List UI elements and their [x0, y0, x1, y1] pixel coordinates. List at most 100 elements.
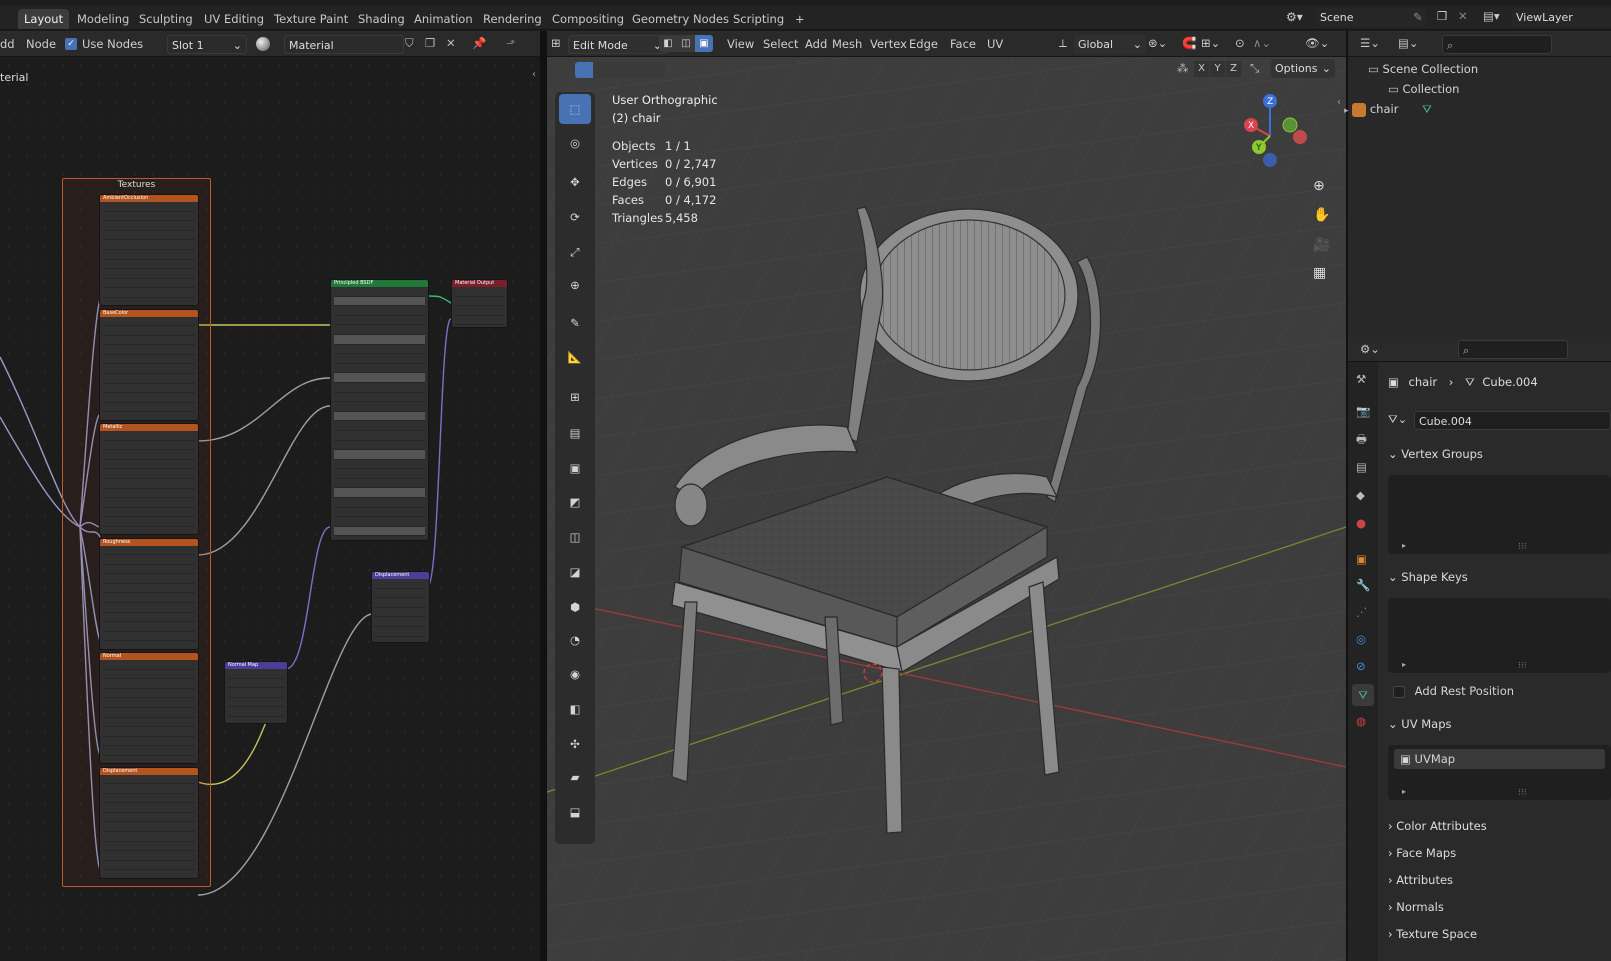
smooth-tool-icon[interactable]: ◉	[559, 659, 591, 689]
menu-vertex[interactable]: Vertex	[870, 31, 907, 57]
uv-maps-list[interactable]: ▣ UVMap ▸ ⁝⁝⁝	[1388, 745, 1611, 800]
edge-select-icon[interactable]: ◫	[677, 35, 695, 52]
tab-sculpting[interactable]: Sculpting	[133, 9, 199, 29]
world-tab-icon[interactable]: ●	[1356, 516, 1366, 530]
viewlayer-field[interactable]: ViewLayer	[1512, 8, 1611, 27]
shear-tool-icon[interactable]: ▰	[559, 762, 591, 792]
material-name-field[interactable]: Material	[284, 35, 404, 54]
resize-handle-icon[interactable]: ⁝⁝⁝	[1518, 542, 1527, 552]
object-tab-icon[interactable]: ▣	[1356, 552, 1367, 566]
expand-icon[interactable]: ▸	[1402, 660, 1406, 669]
loop-cut-tool-icon[interactable]: ◫	[559, 522, 591, 552]
texture-space-panel-header[interactable]: › Texture Space	[1388, 921, 1611, 947]
resize-handle-icon[interactable]: ⁝⁝⁝	[1518, 661, 1527, 671]
node-add-menu[interactable]: dd	[0, 31, 15, 57]
rotate-tool-icon[interactable]: ⟳	[559, 202, 591, 232]
node-menu[interactable]: Node	[26, 31, 56, 57]
rip-region-tool-icon[interactable]: ⬓	[559, 797, 591, 827]
scene-collection-row[interactable]: ▭ Scene Collection	[1368, 60, 1478, 79]
collection-row[interactable]: ▭ Collection	[1388, 80, 1459, 99]
move-tool-icon[interactable]: ✥	[559, 167, 591, 197]
fake-user-icon[interactable]: ⛉	[405, 36, 414, 51]
viewlayer-icon[interactable]: ▤▾	[1483, 9, 1500, 23]
editor-type-icon[interactable]: ⚙⌄	[1360, 342, 1380, 356]
menu-face[interactable]: Face	[950, 31, 976, 57]
grid-toggle-icon[interactable]: ▦	[1313, 265, 1326, 281]
particles-tab-icon[interactable]: ⋰	[1356, 605, 1368, 619]
area-divider[interactable]	[540, 31, 547, 961]
resize-handle-icon[interactable]: ⁝⁝⁝	[1518, 788, 1527, 798]
transform-tool-icon[interactable]: ⊕	[559, 270, 591, 300]
mode-dropdown[interactable]: Edit Mode ⌄	[568, 35, 667, 54]
sidebar-toggle-icon[interactable]: ‹	[1337, 97, 1341, 108]
face-select-icon[interactable]: ▣	[695, 35, 713, 52]
select-intersect-icon[interactable]	[647, 62, 665, 78]
options-dropdown[interactable]: Options ⌄	[1271, 59, 1335, 78]
parent-node-tree-icon[interactable]: ⬏	[506, 36, 516, 50]
attributes-panel-header[interactable]: › Attributes	[1388, 867, 1611, 893]
node-editor-canvas[interactable]: terial ‹ Textures AmbientOcclusion BaseCo…	[0, 57, 540, 961]
select-box-tool-icon[interactable]: ⬚	[559, 94, 591, 124]
poly-build-tool-icon[interactable]: ⬢	[559, 592, 591, 622]
color-attributes-panel-header[interactable]: › Color Attributes	[1388, 813, 1611, 839]
tab-modeling[interactable]: Modeling	[71, 9, 135, 29]
display-mode-icon[interactable]: ▤⌄	[1398, 36, 1419, 50]
expand-icon[interactable]: ▸	[1344, 106, 1349, 116]
visibility-icon[interactable]: 👁⌄	[1305, 36, 1329, 50]
face-maps-panel-header[interactable]: › Face Maps	[1388, 840, 1611, 866]
delete-scene-icon[interactable]: ✕	[1458, 9, 1468, 23]
image-texture-node[interactable]: Metallic	[99, 423, 199, 535]
add-cube-tool-icon[interactable]: ⊞	[559, 382, 591, 412]
menu-select[interactable]: Select	[763, 31, 798, 57]
material-tab-icon[interactable]: ◍	[1356, 714, 1366, 728]
shape-keys-panel-header[interactable]: ⌄ Shape Keys	[1388, 564, 1611, 590]
tab-compositing[interactable]: Compositing	[546, 9, 630, 29]
expand-icon[interactable]: ▸	[1402, 541, 1406, 550]
mesh-name-field[interactable]: Cube.004	[1414, 411, 1611, 430]
pivot-point-icon[interactable]: ⊛⌄	[1148, 36, 1167, 50]
properties-search-input[interactable]: ⌕	[1458, 340, 1568, 359]
modifier-tab-icon[interactable]: 🔧	[1356, 578, 1370, 592]
menu-mesh[interactable]: Mesh	[832, 31, 862, 57]
tab-shading[interactable]: Shading	[352, 9, 411, 29]
pan-hand-icon[interactable]: ✋	[1313, 207, 1330, 223]
camera-icon[interactable]: 🎥	[1313, 237, 1330, 253]
pin-icon[interactable]: 📌	[472, 36, 486, 50]
chair-row[interactable]: ▸ chair ⛛	[1344, 100, 1432, 119]
select-subtract-icon[interactable]	[611, 62, 629, 78]
material-output-node[interactable]: Material Output	[451, 279, 508, 328]
normal-map-node[interactable]: Normal Map	[224, 661, 288, 724]
editor-type-icon[interactable]: ☰⌄	[1360, 36, 1380, 50]
tab-animation[interactable]: Animation	[408, 9, 479, 29]
knife-tool-icon[interactable]: ◪	[559, 557, 591, 587]
scene-tab-icon[interactable]: ◆	[1356, 488, 1365, 502]
bevel-tool-icon[interactable]: ◩	[559, 487, 591, 517]
image-texture-node[interactable]: BaseColor	[99, 308, 199, 421]
view-layer-tab-icon[interactable]: ▤	[1356, 460, 1367, 474]
tool-tab-icon[interactable]: ⚒	[1356, 372, 1366, 386]
mesh-data-icon[interactable]: ⛛	[1422, 102, 1432, 116]
annotate-tool-icon[interactable]: ✎	[559, 308, 591, 338]
select-invert-icon[interactable]	[629, 62, 647, 78]
vertex-groups-panel-header[interactable]: ⌄ Vertex Groups	[1388, 441, 1611, 467]
menu-edge[interactable]: Edge	[909, 31, 938, 57]
extrude-tool-icon[interactable]: ▤	[559, 418, 591, 448]
shrink-fatten-tool-icon[interactable]: ✣	[559, 729, 591, 759]
slot-dropdown[interactable]: Slot 1 ⌄	[167, 35, 247, 54]
tab-texture-paint[interactable]: Texture Paint	[268, 9, 354, 29]
data-tab-icon[interactable]: ⛛	[1352, 684, 1374, 706]
tab-rendering[interactable]: Rendering	[477, 9, 548, 29]
scale-tool-icon[interactable]: ⤢	[559, 237, 591, 267]
falloff-icon[interactable]: ∧⌄	[1253, 36, 1271, 50]
outliner-search-input[interactable]: ⌕	[1442, 35, 1552, 54]
uv-map-item[interactable]: ▣ UVMap	[1394, 749, 1605, 769]
menu-uv[interactable]: UV	[987, 31, 1003, 57]
duplicate-material-icon[interactable]: ❐	[425, 36, 435, 50]
image-texture-node[interactable]: AmbientOcclusion	[99, 194, 199, 306]
displacement-node[interactable]: Displacement	[371, 571, 430, 643]
mirror-axis-x-button[interactable]: X	[1194, 61, 1209, 77]
navigation-gizmo[interactable]: Z X Y	[1237, 92, 1307, 172]
select-extend-icon[interactable]	[593, 62, 611, 78]
inset-tool-icon[interactable]: ▣	[559, 453, 591, 483]
normals-panel-header[interactable]: › Normals	[1388, 894, 1611, 920]
